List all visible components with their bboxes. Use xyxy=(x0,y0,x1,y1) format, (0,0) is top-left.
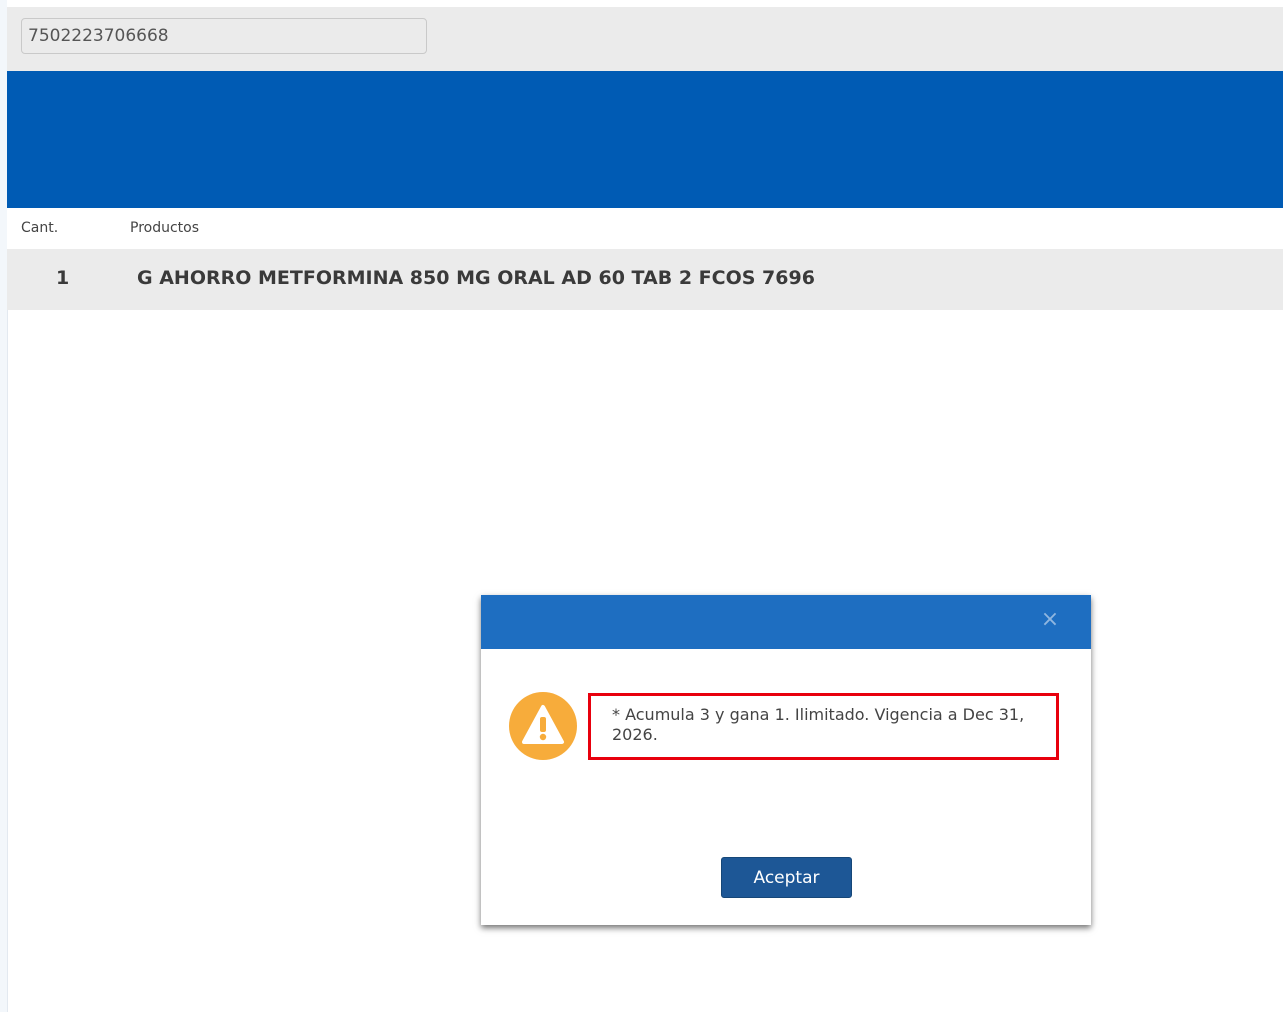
search-bar xyxy=(7,7,1283,71)
barcode-input[interactable] xyxy=(21,18,427,54)
row-product-name: G AHORRO METFORMINA 850 MG ORAL AD 60 TA… xyxy=(137,267,815,289)
accept-button[interactable]: Aceptar xyxy=(721,857,852,898)
top-strip xyxy=(7,0,1283,7)
row-quantity: 1 xyxy=(56,267,70,289)
table-row[interactable]: 1 G AHORRO METFORMINA 850 MG ORAL AD 60 … xyxy=(7,249,1283,310)
warning-icon xyxy=(509,692,577,760)
dialog-header: × xyxy=(481,595,1091,649)
promotion-message: * Acumula 3 y gana 1. Ilimitado. Vigenci… xyxy=(588,693,1059,760)
column-header-quantity: Cant. xyxy=(21,220,59,236)
column-header-products: Productos xyxy=(130,220,200,236)
app-window: Cant. Productos 1 G AHORRO METFORMINA 85… xyxy=(0,0,1283,1012)
header-banner xyxy=(7,71,1283,208)
table-header: Cant. Productos xyxy=(7,208,1283,249)
promotion-dialog: × * Acumula 3 y gana 1. Ilimitado. Vigen… xyxy=(481,595,1091,925)
close-icon[interactable]: × xyxy=(1039,609,1061,631)
